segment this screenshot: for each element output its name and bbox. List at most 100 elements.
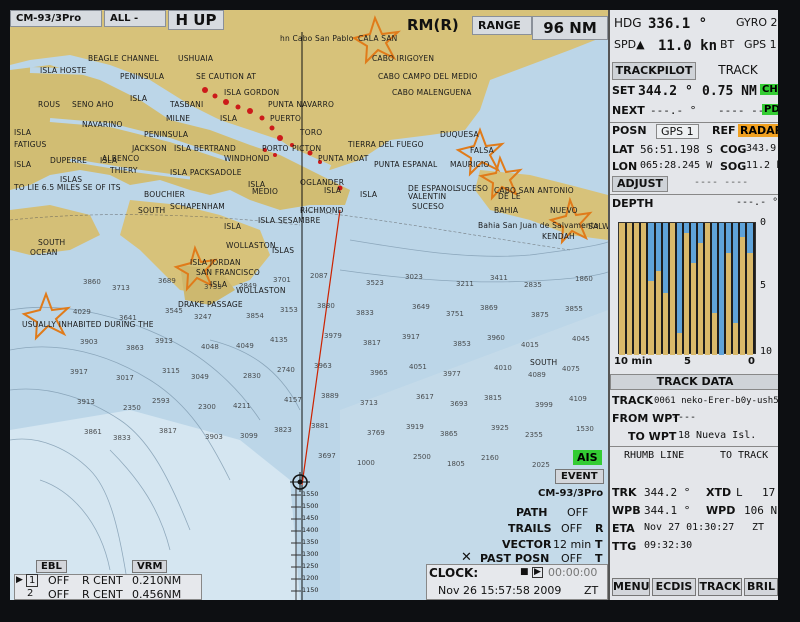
trk-value: 344.2 ° [644, 486, 691, 499]
depth-sounding: 3689 [158, 277, 176, 285]
chart-place-label: SCHAPENHAM [170, 202, 225, 211]
gyro-source[interactable]: GYRO 2 [736, 16, 778, 29]
ebl-label[interactable]: EBL [36, 560, 67, 573]
range-value-button[interactable]: 96 NM [532, 16, 608, 40]
chart-place-label: MEDIO [252, 187, 279, 196]
depth-sounding: 4089 [528, 371, 546, 379]
vrm-label[interactable]: VRM [132, 560, 168, 573]
depth-sounding: 2593 [152, 397, 170, 405]
chart-place-label: ISLA PACKSADOLE [170, 168, 242, 177]
chart-place-label: SENO AHO [72, 100, 114, 109]
chart-place-label: WOLLASTON [226, 241, 276, 250]
chart-place-label: ISLAS [272, 246, 295, 255]
clock-label: CLOCK: [429, 566, 479, 580]
radar-ref-button[interactable]: RADAR [738, 124, 778, 137]
posn-source[interactable]: GPS 1 [656, 124, 699, 139]
clock-timer[interactable]: 00:00:00 [548, 566, 597, 579]
track-value[interactable]: 0061 neko-Erer-b0y-ush5 [654, 396, 778, 406]
ebl-vrm-row2-number[interactable]: 2 [27, 588, 33, 599]
chart-place-label: SE CAUTION AT [196, 72, 257, 81]
chart-place-label: ISLA HOSTE [40, 66, 87, 75]
ebl-vrm-area: EBL VRM ▶ 1 OFF R CENT 0.210NM 2 OFF R C… [10, 560, 608, 600]
ebl1-value[interactable]: OFF [48, 574, 69, 587]
motion-mode-button[interactable]: RM(R) [402, 14, 468, 36]
chart-place-label: SOUTH [530, 358, 558, 367]
ebl1-rcent[interactable]: R CENT [82, 574, 123, 587]
track-button[interactable]: TRACK [698, 578, 742, 596]
lat-value: 56:51.198 S [640, 143, 713, 156]
orientation-mode-button[interactable]: H UP [168, 10, 224, 30]
trails-value[interactable]: OFF [561, 522, 582, 535]
depth-sounding: 2849 [239, 282, 257, 290]
clock-value: Nov 26 15:57:58 2009 [438, 584, 562, 597]
brilliance-button[interactable]: BRIL [744, 578, 778, 596]
eta-label: ETA [612, 522, 635, 535]
ecdis-screen: BEAGLE CHANNEL USHUAIA ISLA HOSTE PENINSULA… [10, 10, 778, 600]
chart-place-label: hn Cabo San Pablo [280, 34, 354, 43]
pd-indicator[interactable]: PD [762, 104, 778, 115]
trk-label: TRK [612, 486, 637, 499]
ebl2-value[interactable]: OFF [48, 588, 69, 600]
set-value[interactable]: 344.2 ° [638, 84, 693, 99]
chart-place-label: SOUTH [138, 206, 166, 215]
rhumb-line-mode[interactable]: RHUMB LINE [624, 450, 684, 461]
depth-sounding: 4135 [270, 336, 288, 344]
chart-place-label: ISLA [360, 190, 378, 199]
depth-sounding: 4015 [521, 341, 539, 349]
chart-scale-selector[interactable]: ALL - [104, 10, 166, 27]
play-icon[interactable]: ▶ [16, 575, 23, 585]
vrm1-value[interactable]: 0.210NM [132, 574, 181, 587]
depth-sounding: 2500 [413, 453, 431, 461]
ebl-vrm-row1-number[interactable]: 1 [26, 574, 39, 587]
ecdis-button[interactable]: ECDIS [652, 578, 696, 596]
chart-place-label: ISLA JORDAN [190, 258, 241, 267]
play-timer-icon[interactable]: ▶ [532, 567, 543, 578]
ownship-scale-label: 1500 [302, 502, 319, 510]
depth-sounding: 4045 [572, 335, 590, 343]
depth-sounding: 3979 [324, 332, 342, 340]
depth-sounding: 1805 [447, 460, 465, 468]
adjust-button[interactable]: ADJUST [612, 176, 668, 192]
chart-place-label: ROUS [38, 100, 61, 109]
path-value[interactable]: OFF [567, 506, 588, 519]
chart-place-label: ISLA [14, 128, 32, 137]
wpb-label: WPB [612, 504, 641, 517]
xtd-label: XTD [706, 486, 732, 499]
gps-source[interactable]: GPS 1 [744, 38, 777, 51]
chl-indicator[interactable]: CHL [760, 84, 778, 95]
depth-sounding: 3865 [440, 430, 458, 438]
ebl2-rcent[interactable]: R CENT [82, 588, 123, 600]
nautical-chart[interactable]: BEAGLE CHANNEL USHUAIA ISLA HOSTE PENINSULA… [10, 10, 608, 600]
depth-sounding: 4049 [236, 342, 254, 350]
trails-label: TRAILS [508, 522, 552, 535]
hdg-value: 336.1 ° [648, 16, 708, 32]
depth-sounding: 2160 [481, 454, 499, 462]
trackpilot-button[interactable]: TRACKPILOT [612, 62, 696, 80]
depth-sounding: 1000 [357, 459, 375, 467]
chart-place-label: BOUCHIER [144, 190, 186, 199]
vector-value[interactable]: 12 min [553, 538, 591, 551]
vrm2-value[interactable]: 0.456NM [132, 588, 181, 600]
spd-source[interactable]: BT [720, 38, 734, 51]
from-wpt-label: FROM WPT [612, 412, 680, 425]
eta-value: Nov 27 01:30:27 [644, 522, 735, 533]
event-button[interactable]: EVENT [555, 469, 604, 484]
next-label: NEXT [612, 104, 645, 117]
menu-button[interactable]: MENU [612, 578, 650, 596]
chart-place-label: TIERRA DEL FUEGO [348, 140, 424, 149]
wpb-value: 344.1 ° [644, 504, 691, 517]
depth-sounding: 3693 [450, 400, 468, 408]
stop-icon[interactable]: ■ [520, 567, 529, 577]
xtd-side: L [736, 486, 743, 499]
depth-graph [618, 222, 756, 355]
ownship-scale-label: 1300 [302, 550, 319, 558]
vector-unit: T [595, 538, 603, 551]
to-track-mode[interactable]: TO TRACK [720, 450, 768, 461]
depth-sounding: 2300 [198, 403, 216, 411]
depth-sounding: 3211 [456, 280, 474, 288]
ttg-value: 09:32:30 [644, 540, 693, 551]
depth-sounding: 3977 [443, 370, 461, 378]
depth-value: ---.- ° [736, 197, 778, 208]
ais-indicator[interactable]: AIS [573, 450, 602, 465]
chart-place-label: SOUTH [38, 238, 66, 247]
